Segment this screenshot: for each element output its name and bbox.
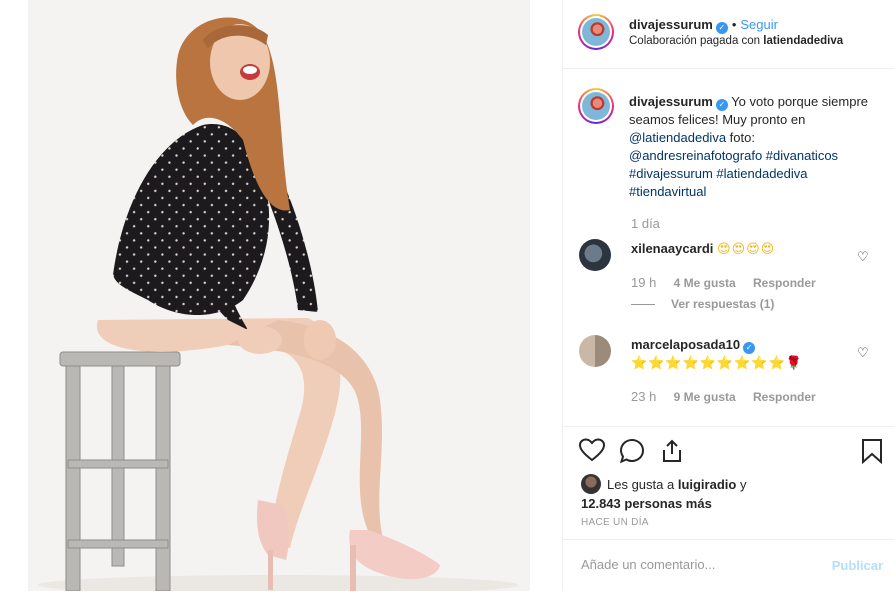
photo-illustration bbox=[38, 17, 518, 591]
liker-avatar[interactable] bbox=[581, 474, 601, 494]
verified-icon: ✓ bbox=[743, 342, 756, 354]
view-replies-button[interactable]: Ver respuestas (1) bbox=[631, 297, 774, 311]
bookmark-icon[interactable] bbox=[861, 438, 883, 464]
verified-icon: ✓ bbox=[715, 22, 728, 34]
add-comment-bar: Publicar bbox=[563, 539, 894, 592]
comment-meta: 19 h 4 Me gusta Responder bbox=[631, 275, 830, 290]
author-avatar[interactable] bbox=[578, 14, 614, 50]
follow-button[interactable]: Seguir bbox=[740, 17, 778, 32]
post-date: HACE UN DÍA bbox=[581, 517, 649, 528]
comment-input[interactable] bbox=[579, 556, 823, 573]
caption-author-avatar[interactable] bbox=[578, 88, 614, 124]
caption-username[interactable]: divajessurum bbox=[629, 94, 713, 109]
comments-section[interactable]: divajessurum ✓ Yo voto porque siempre sea… bbox=[563, 69, 894, 427]
commenter-avatar[interactable] bbox=[579, 239, 611, 271]
caption-text-2: foto: bbox=[726, 130, 755, 145]
post-panel: divajessurum ✓ • Seguir Colaboración pagada… bbox=[562, 0, 894, 591]
comment-text: 😍😍😍😍 bbox=[717, 241, 776, 256]
publish-button[interactable]: Publicar bbox=[832, 558, 883, 573]
action-bar bbox=[563, 428, 894, 472]
comment-likes[interactable]: 9 Me gusta bbox=[674, 390, 736, 404]
heart-icon[interactable] bbox=[579, 438, 605, 462]
comment-text: ⭐⭐⭐⭐⭐⭐⭐⭐⭐🌹 bbox=[631, 355, 803, 370]
comment-item: marcelaposada10 ✓ ⭐⭐⭐⭐⭐⭐⭐⭐⭐🌹 bbox=[631, 336, 851, 372]
comment-likes[interactable]: 4 Me gusta bbox=[674, 276, 736, 290]
photo-area bbox=[0, 0, 562, 591]
reply-button[interactable]: Responder bbox=[753, 390, 816, 404]
separator-dot: • bbox=[731, 17, 737, 32]
heart-icon[interactable]: ♡ bbox=[857, 345, 869, 360]
commenter-username[interactable]: xilenaaycardi bbox=[631, 241, 713, 256]
comment-meta: 23 h 9 Me gusta Responder bbox=[631, 389, 830, 404]
caption-mention[interactable]: @latiendadediva bbox=[629, 130, 726, 145]
comment-time: 23 h bbox=[631, 389, 657, 404]
commenter-avatar[interactable] bbox=[579, 335, 611, 367]
replies-divider bbox=[631, 304, 655, 306]
caption-tags[interactable]: @andresreinafotografo #divanaticos #diva… bbox=[629, 148, 838, 199]
post-caption: divajessurum ✓ Yo voto porque siempre sea… bbox=[629, 93, 884, 201]
likes-suffix: y bbox=[736, 477, 747, 492]
likes-prefix: Les gusta a bbox=[607, 477, 678, 492]
view-replies-label: Ver respuestas (1) bbox=[671, 297, 775, 311]
share-icon[interactable] bbox=[659, 438, 685, 464]
author-username[interactable]: divajessurum bbox=[629, 17, 713, 32]
likes-summary: Les gusta a luigiradio y 12.843 personas… bbox=[581, 474, 746, 513]
partner-link[interactable]: latiendadediva bbox=[763, 35, 843, 47]
liker-username[interactable]: luigiradio bbox=[678, 477, 737, 492]
comment-item: xilenaaycardi 😍😍😍😍 bbox=[631, 240, 851, 258]
verified-icon: ✓ bbox=[715, 99, 728, 111]
commenter-username[interactable]: marcelaposada10 bbox=[631, 337, 740, 352]
reply-button[interactable]: Responder bbox=[753, 276, 816, 290]
heart-icon[interactable]: ♡ bbox=[857, 249, 869, 264]
paid-partnership-label: Colaboración pagada con bbox=[629, 35, 761, 47]
comment-time: 19 h bbox=[631, 275, 657, 290]
post-header: divajessurum ✓ • Seguir Colaboración pagada… bbox=[563, 0, 894, 69]
caption-time: 1 día bbox=[631, 216, 660, 231]
header-user-line: divajessurum ✓ • Seguir bbox=[629, 17, 778, 34]
likes-count[interactable]: 12.843 personas más bbox=[581, 496, 712, 511]
post-photo[interactable] bbox=[28, 0, 530, 591]
comment-icon[interactable] bbox=[619, 438, 645, 464]
paid-partnership: Colaboración pagada con latiendadediva bbox=[629, 35, 843, 47]
